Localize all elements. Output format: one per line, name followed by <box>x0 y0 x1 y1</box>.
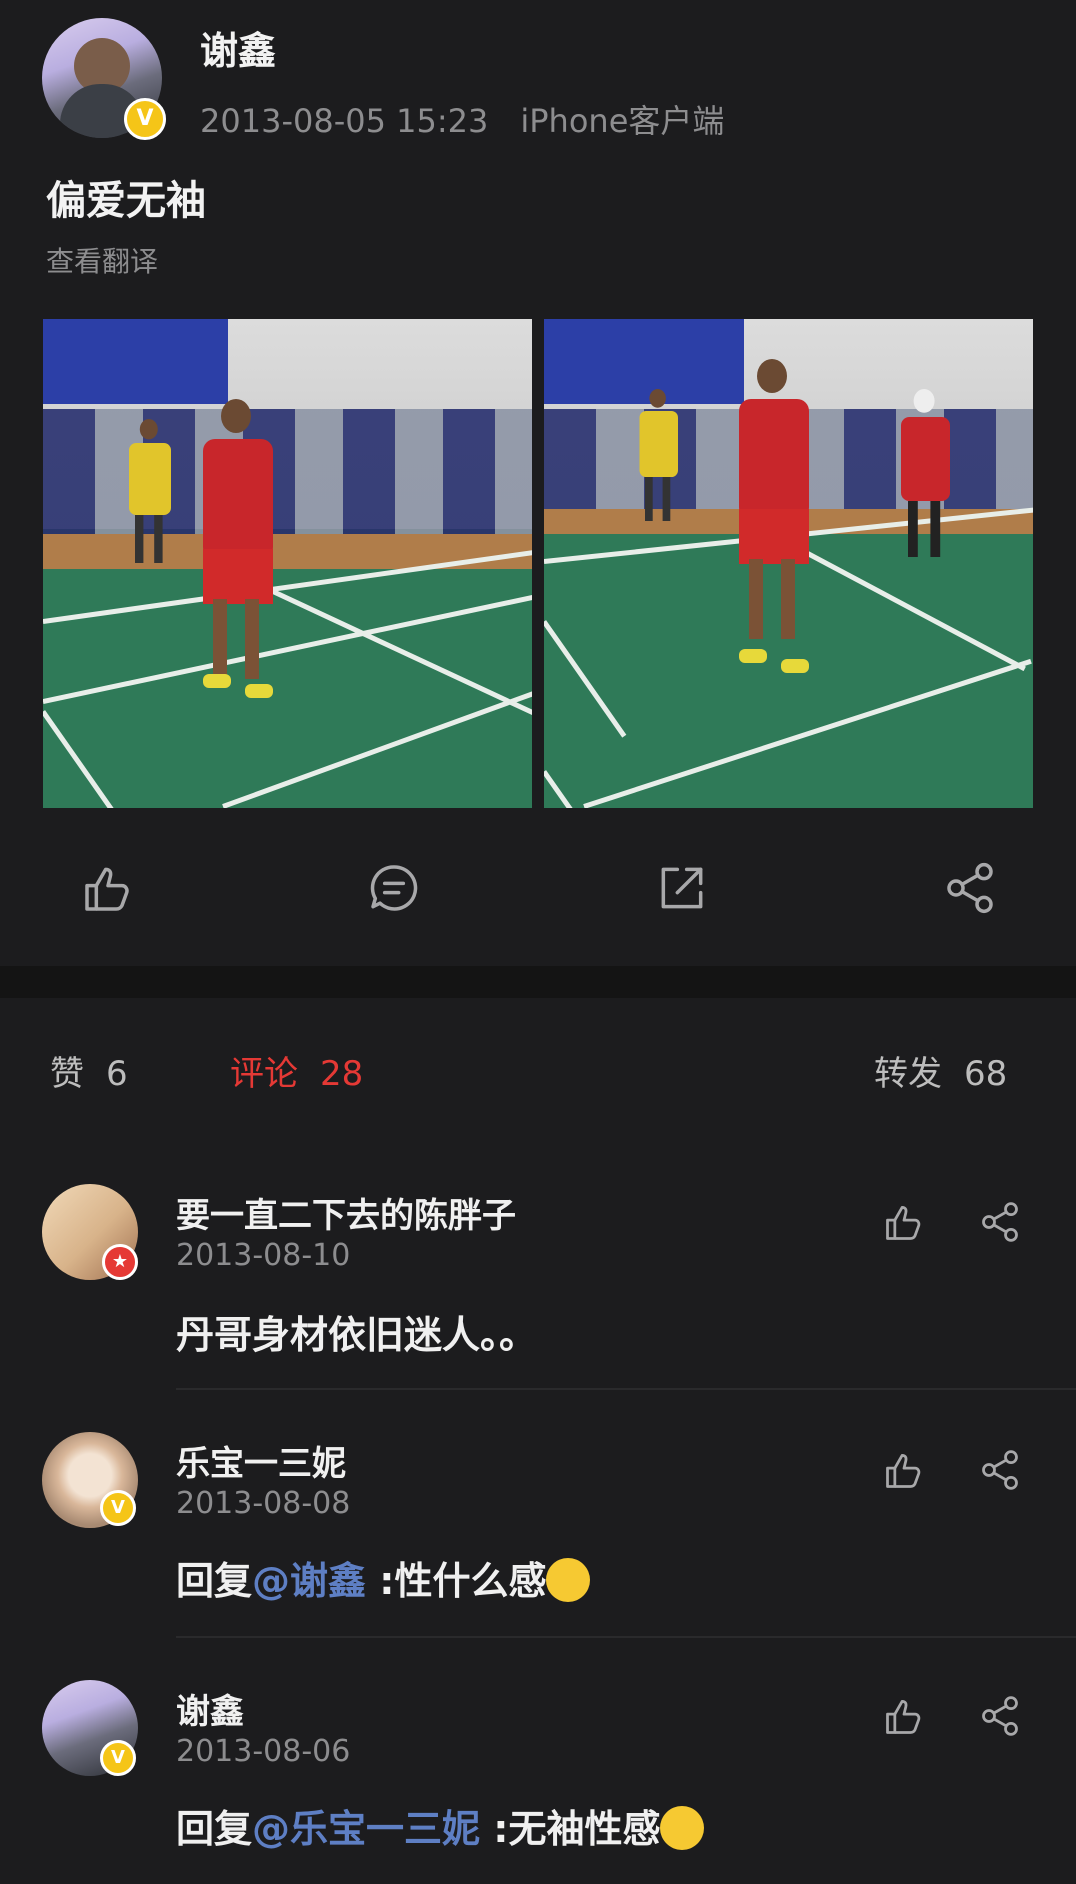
thumbs-up-icon[interactable] <box>882 1200 926 1244</box>
tab-comments[interactable]: 评论 28 <box>230 1046 363 1095</box>
tab-reposts-count: 68 <box>964 1054 1008 1094</box>
comment-date: 2013-08-06 <box>176 1734 351 1769</box>
author-name[interactable]: 谢鑫 <box>200 20 276 75</box>
section-divider <box>0 966 1076 998</box>
commenter-name[interactable]: 谢鑫 <box>176 1684 244 1733</box>
tab-comments-count: 28 <box>320 1054 364 1094</box>
share-icon[interactable] <box>978 1694 1022 1738</box>
comment-divider <box>176 1636 1076 1638</box>
thumbs-up-icon[interactable] <box>80 860 136 916</box>
comment-bubble-icon[interactable] <box>366 860 422 916</box>
verified-badge-icon: V <box>124 98 166 140</box>
verified-badge-icon: V <box>100 1490 136 1526</box>
post-image-1[interactable] <box>43 319 532 808</box>
share-icon[interactable] <box>978 1448 1022 1492</box>
comment-date: 2013-08-08 <box>176 1486 351 1521</box>
external-link-icon[interactable] <box>654 860 710 916</box>
reply-text: :无袖性感 <box>480 1807 661 1851</box>
comment-text: 回复@谢鑫 :性什么感 <box>176 1550 591 1606</box>
commenter-name[interactable]: 乐宝一三妮 <box>176 1436 346 1485</box>
grin-emoji-icon <box>546 1557 591 1602</box>
comment-text: 丹哥身材依旧迷人。。 <box>176 1313 538 1357</box>
tab-reposts-label: 转发 <box>874 1054 942 1094</box>
post-client: iPhone客户端 <box>520 102 725 140</box>
reply-text: :性什么感 <box>366 1559 547 1603</box>
share-icon[interactable] <box>978 1200 1022 1244</box>
mention-link[interactable]: @谢鑫 <box>252 1559 366 1603</box>
reply-prefix: 回复 <box>176 1807 253 1851</box>
thumbs-up-icon[interactable] <box>882 1694 926 1738</box>
thumbs-up-icon[interactable] <box>882 1448 926 1492</box>
mention-link[interactable]: @乐宝一三妮 <box>252 1807 480 1851</box>
commenter-name[interactable]: 要一直二下去的陈胖子 <box>176 1188 516 1237</box>
comment-date: 2013-08-10 <box>176 1238 351 1273</box>
thinking-emoji-icon <box>660 1805 705 1850</box>
share-icon[interactable] <box>942 860 998 916</box>
post-image-2[interactable] <box>544 319 1033 808</box>
comment-text: 回复@乐宝一三妮 :无袖性感 <box>176 1798 705 1854</box>
tab-comments-label: 评论 <box>230 1054 298 1094</box>
tab-reposts[interactable]: 转发 68 <box>874 1046 1007 1095</box>
verified-badge-icon: V <box>100 1740 136 1776</box>
star-badge-icon: ★ <box>102 1244 138 1280</box>
translate-link[interactable]: 查看翻译 <box>46 240 158 280</box>
tab-likes-count: 6 <box>106 1054 128 1094</box>
reply-prefix: 回复 <box>176 1559 253 1603</box>
tab-likes[interactable]: 赞6 <box>50 1046 128 1095</box>
tab-likes-label: 赞 <box>50 1054 84 1094</box>
comment-divider <box>176 1388 1076 1390</box>
post-timestamp: 2013-08-05 15:23 <box>200 102 489 140</box>
post-meta: 2013-08-05 15:23 iPhone客户端 <box>200 96 756 142</box>
post-text: 偏爱无袖 <box>46 178 206 224</box>
